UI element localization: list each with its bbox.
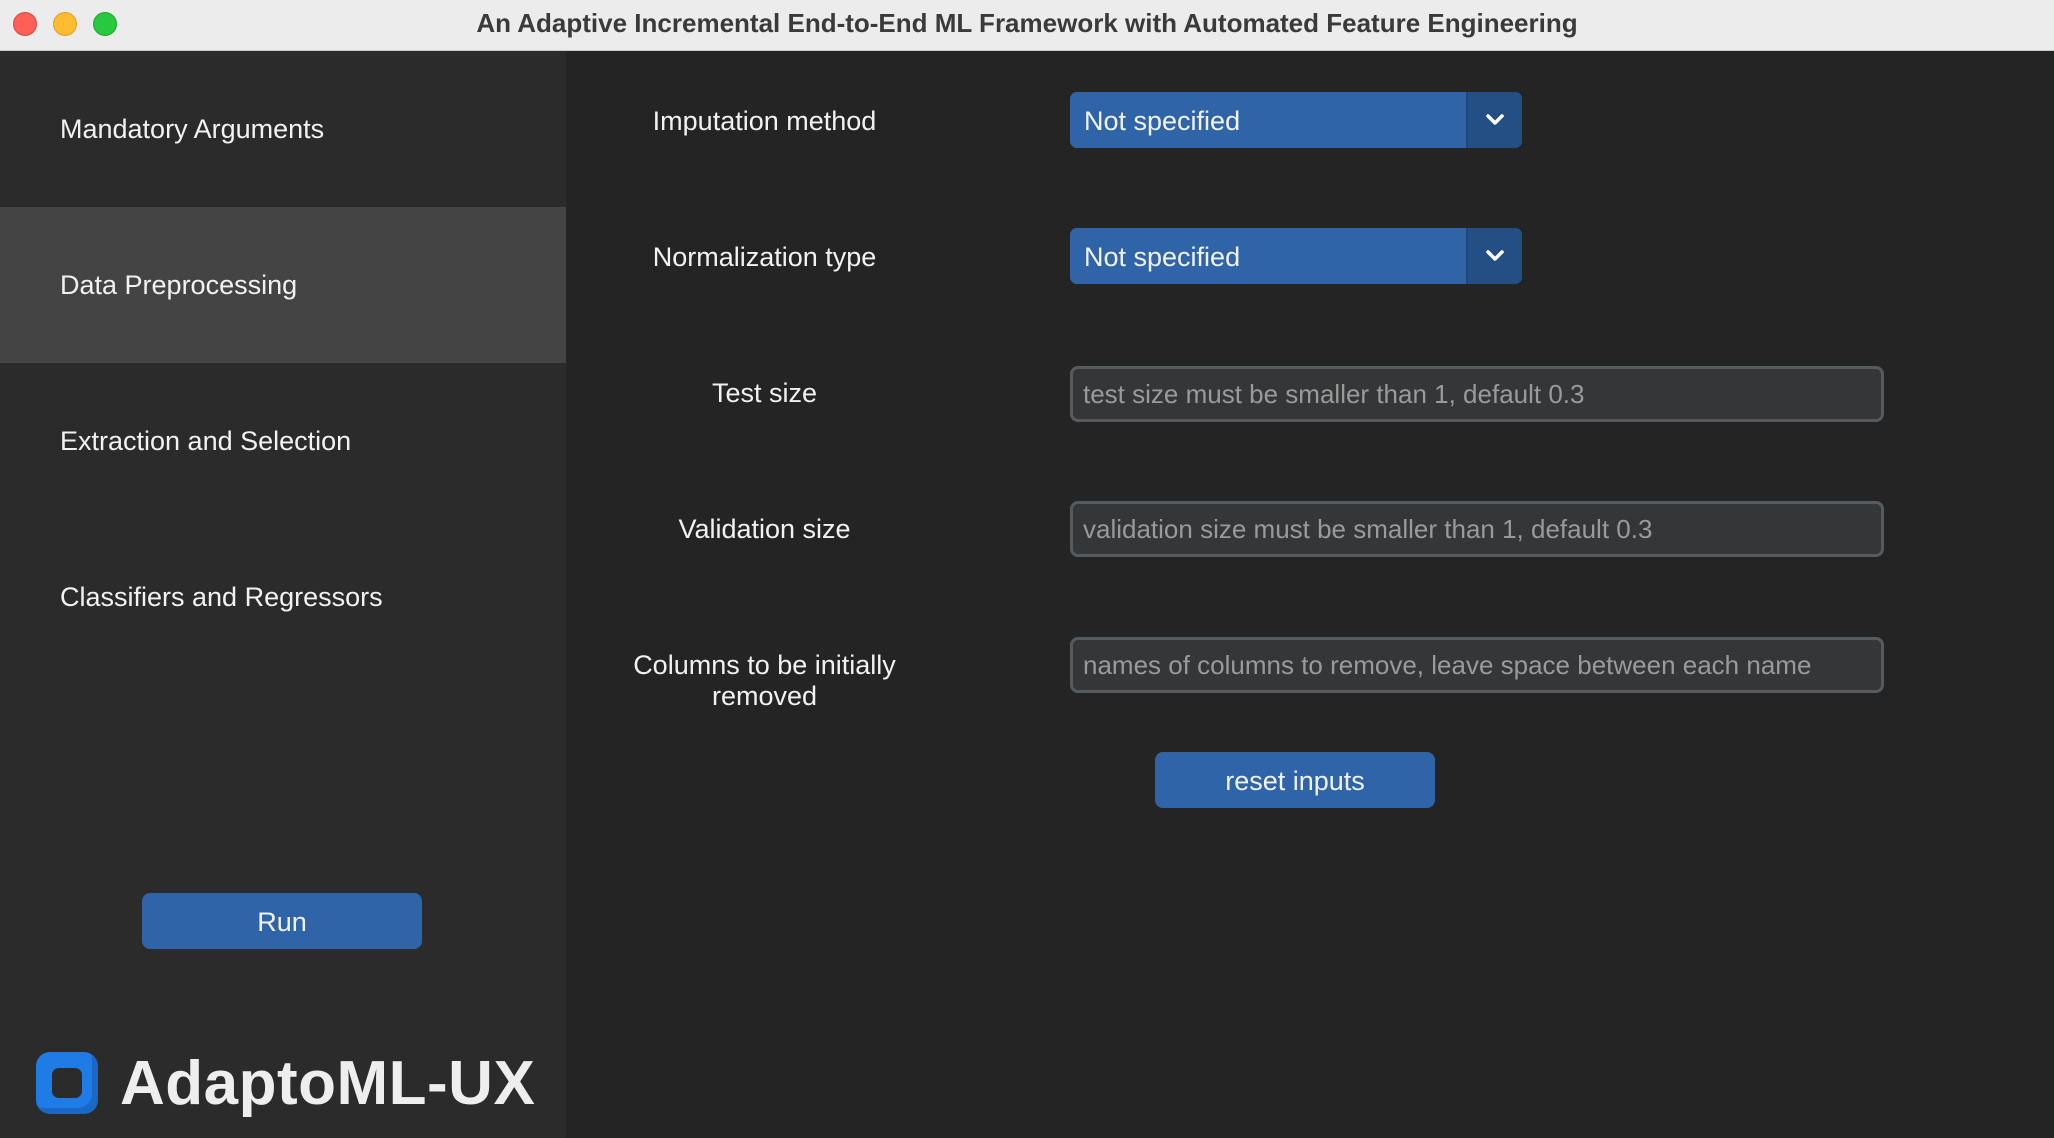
- sidebar-item-label: Data Preprocessing: [60, 269, 298, 300]
- brand-name: AdaptoML-UX: [120, 1048, 536, 1118]
- sidebar: Mandatory Arguments Data Preprocessing E…: [0, 51, 566, 1138]
- imputation-method-select[interactable]: Not specified: [1070, 92, 1522, 148]
- sidebar-item-classifiers-and-regressors[interactable]: Classifiers and Regressors: [0, 519, 566, 675]
- normalization-type-select[interactable]: Not specified: [1070, 228, 1522, 284]
- main-panel: Imputation method Not specified Normaliz…: [566, 51, 2054, 1138]
- sidebar-item-data-preprocessing[interactable]: Data Preprocessing: [0, 207, 566, 363]
- title-bar: An Adaptive Incremental End-to-End ML Fr…: [0, 0, 2054, 51]
- reset-inputs-button[interactable]: reset inputs: [1155, 752, 1435, 808]
- columns-removed-input[interactable]: [1070, 637, 1884, 693]
- normalization-type-value: Not specified: [1084, 242, 1241, 272]
- imputation-method-label: Imputation method: [652, 106, 877, 136]
- sidebar-item-extraction-and-selection[interactable]: Extraction and Selection: [0, 363, 566, 519]
- sidebar-item-label: Classifiers and Regressors: [60, 581, 383, 612]
- sidebar-item-label: Extraction and Selection: [60, 425, 352, 456]
- test-size-input[interactable]: [1070, 366, 1884, 422]
- sidebar-item-mandatory-arguments[interactable]: Mandatory Arguments: [0, 51, 566, 207]
- test-size-label: Test size: [711, 378, 818, 408]
- chevron-down-icon[interactable]: [1466, 228, 1522, 284]
- sidebar-item-label: Mandatory Arguments: [60, 113, 325, 144]
- columns-removed-label: Columns to be initially removed: [633, 650, 896, 711]
- window-title: An Adaptive Incremental End-to-End ML Fr…: [476, 8, 1578, 38]
- app-logo-icon: [36, 1052, 98, 1114]
- app-window: An Adaptive Incremental End-to-End ML Fr…: [0, 0, 2054, 1138]
- validation-size-label: Validation size: [678, 514, 851, 544]
- brand: AdaptoML-UX: [36, 1033, 535, 1133]
- run-button[interactable]: Run: [142, 893, 422, 949]
- chevron-down-icon[interactable]: [1466, 92, 1522, 148]
- imputation-method-value: Not specified: [1084, 106, 1241, 136]
- validation-size-input[interactable]: [1070, 501, 1884, 557]
- normalization-type-label: Normalization type: [652, 242, 877, 272]
